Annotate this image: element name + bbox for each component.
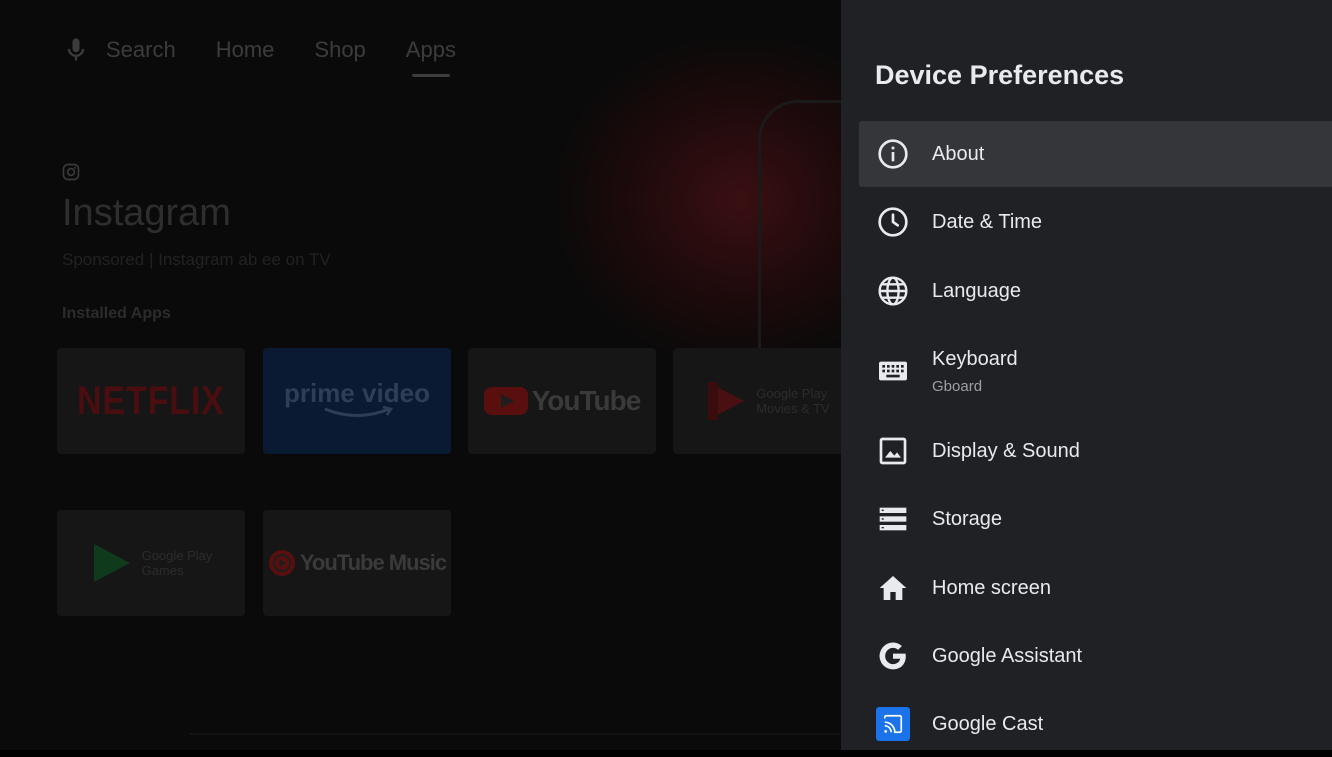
- app-tile-play-games[interactable]: Google Play Games: [57, 510, 245, 616]
- menu-item-label: Keyboard: [932, 347, 1018, 370]
- top-navigation: Search Home Shop Apps: [62, 30, 456, 77]
- youtube-play-icon: [483, 387, 528, 415]
- instagram-icon: [62, 163, 80, 181]
- nav-search-label: Search: [106, 37, 176, 62]
- menu-item-label: Google Assistant: [932, 644, 1083, 667]
- youtube-label: YouTube: [531, 385, 642, 416]
- storage-icon: [876, 502, 910, 536]
- featured-subtitle: Sponsored | Instagram ab ee on TV: [62, 250, 331, 269]
- menu-item-home-screen[interactable]: Home screen: [859, 555, 1332, 621]
- home-icon: [876, 571, 910, 605]
- menu-item-sublabel: Gboard: [932, 377, 983, 395]
- menu-item-label: Display & Sound: [932, 439, 1080, 462]
- app-tile-prime-video[interactable]: prime video: [263, 348, 451, 454]
- play-movies-line2: Movies & TV: [756, 401, 830, 416]
- microphone-icon: [67, 38, 85, 61]
- installed-apps-heading: Installed Apps: [62, 305, 171, 322]
- menu-item-label: Date & Time: [932, 210, 1043, 233]
- play-games-line2: Games: [141, 563, 184, 578]
- app-tile-netflix[interactable]: NETFLIX: [57, 348, 245, 454]
- app-tile-play-movies[interactable]: Google Play Movies & TV: [673, 348, 841, 454]
- menu-item-label: Storage: [932, 507, 1003, 530]
- nav-home[interactable]: Home: [216, 37, 275, 63]
- cast-icon: [876, 707, 910, 741]
- nav-shop[interactable]: Shop: [314, 37, 365, 63]
- netflix-logo: NETFLIX: [77, 378, 225, 423]
- play-movies-icon: [708, 382, 745, 420]
- play-games-icon: [93, 544, 130, 582]
- play-movies-line1: Google Play: [756, 386, 828, 401]
- cast-icon-badge: [876, 707, 910, 741]
- play-games-line1: Google Play: [141, 548, 213, 563]
- info-icon: [876, 137, 910, 171]
- menu-item-about[interactable]: About: [859, 121, 1332, 187]
- nav-apps[interactable]: Apps: [406, 37, 456, 77]
- image-icon: [876, 434, 910, 468]
- home-screen-background: Search Home Shop Apps Instagram Sponsore…: [0, 0, 841, 750]
- divider: [190, 733, 840, 735]
- youtube-music-logo: YouTube Music: [268, 549, 447, 577]
- menu-item-google-cast[interactable]: Google Cast: [859, 691, 1332, 757]
- youtube-music-icon: [268, 550, 295, 576]
- menu-item-language[interactable]: Language: [859, 258, 1332, 324]
- menu-item-date-time[interactable]: Date & Time: [859, 189, 1332, 255]
- nav-search[interactable]: Search: [62, 36, 176, 64]
- play-movies-logo: Google Play Movies & TV: [704, 378, 830, 424]
- menu-item-label: About: [932, 142, 985, 165]
- menu-item-google-assistant[interactable]: Google Assistant: [859, 623, 1332, 689]
- device-preferences-panel: Device Preferences About Date & Time Lan…: [841, 0, 1332, 750]
- featured-title: Instagram: [62, 192, 231, 234]
- youtube-music-label: YouTube Music: [299, 550, 447, 575]
- globe-icon: [876, 274, 910, 308]
- panel-title: Device Preferences: [875, 60, 1125, 90]
- prime-video-logo: prime video: [284, 380, 430, 420]
- prime-video-label: prime video: [284, 378, 430, 408]
- youtube-logo: YouTube: [483, 385, 642, 417]
- menu-item-display-sound[interactable]: Display & Sound: [859, 418, 1332, 484]
- app-tile-youtube[interactable]: YouTube: [468, 348, 656, 454]
- play-games-logo: Google Play Games: [90, 540, 213, 586]
- menu-item-label: Home screen: [932, 576, 1051, 599]
- google-g-icon: [876, 639, 910, 673]
- clock-icon: [876, 205, 910, 239]
- app-tile-youtube-music[interactable]: YouTube Music: [263, 510, 451, 616]
- prime-smile-icon: [324, 406, 394, 417]
- menu-item-label: Language: [932, 279, 1021, 302]
- menu-item-label: Google Cast: [932, 712, 1044, 735]
- menu-item-keyboard[interactable]: Keyboard Gboard: [859, 333, 1332, 409]
- menu-item-storage[interactable]: Storage: [859, 486, 1332, 552]
- keyboard-icon: [876, 354, 910, 388]
